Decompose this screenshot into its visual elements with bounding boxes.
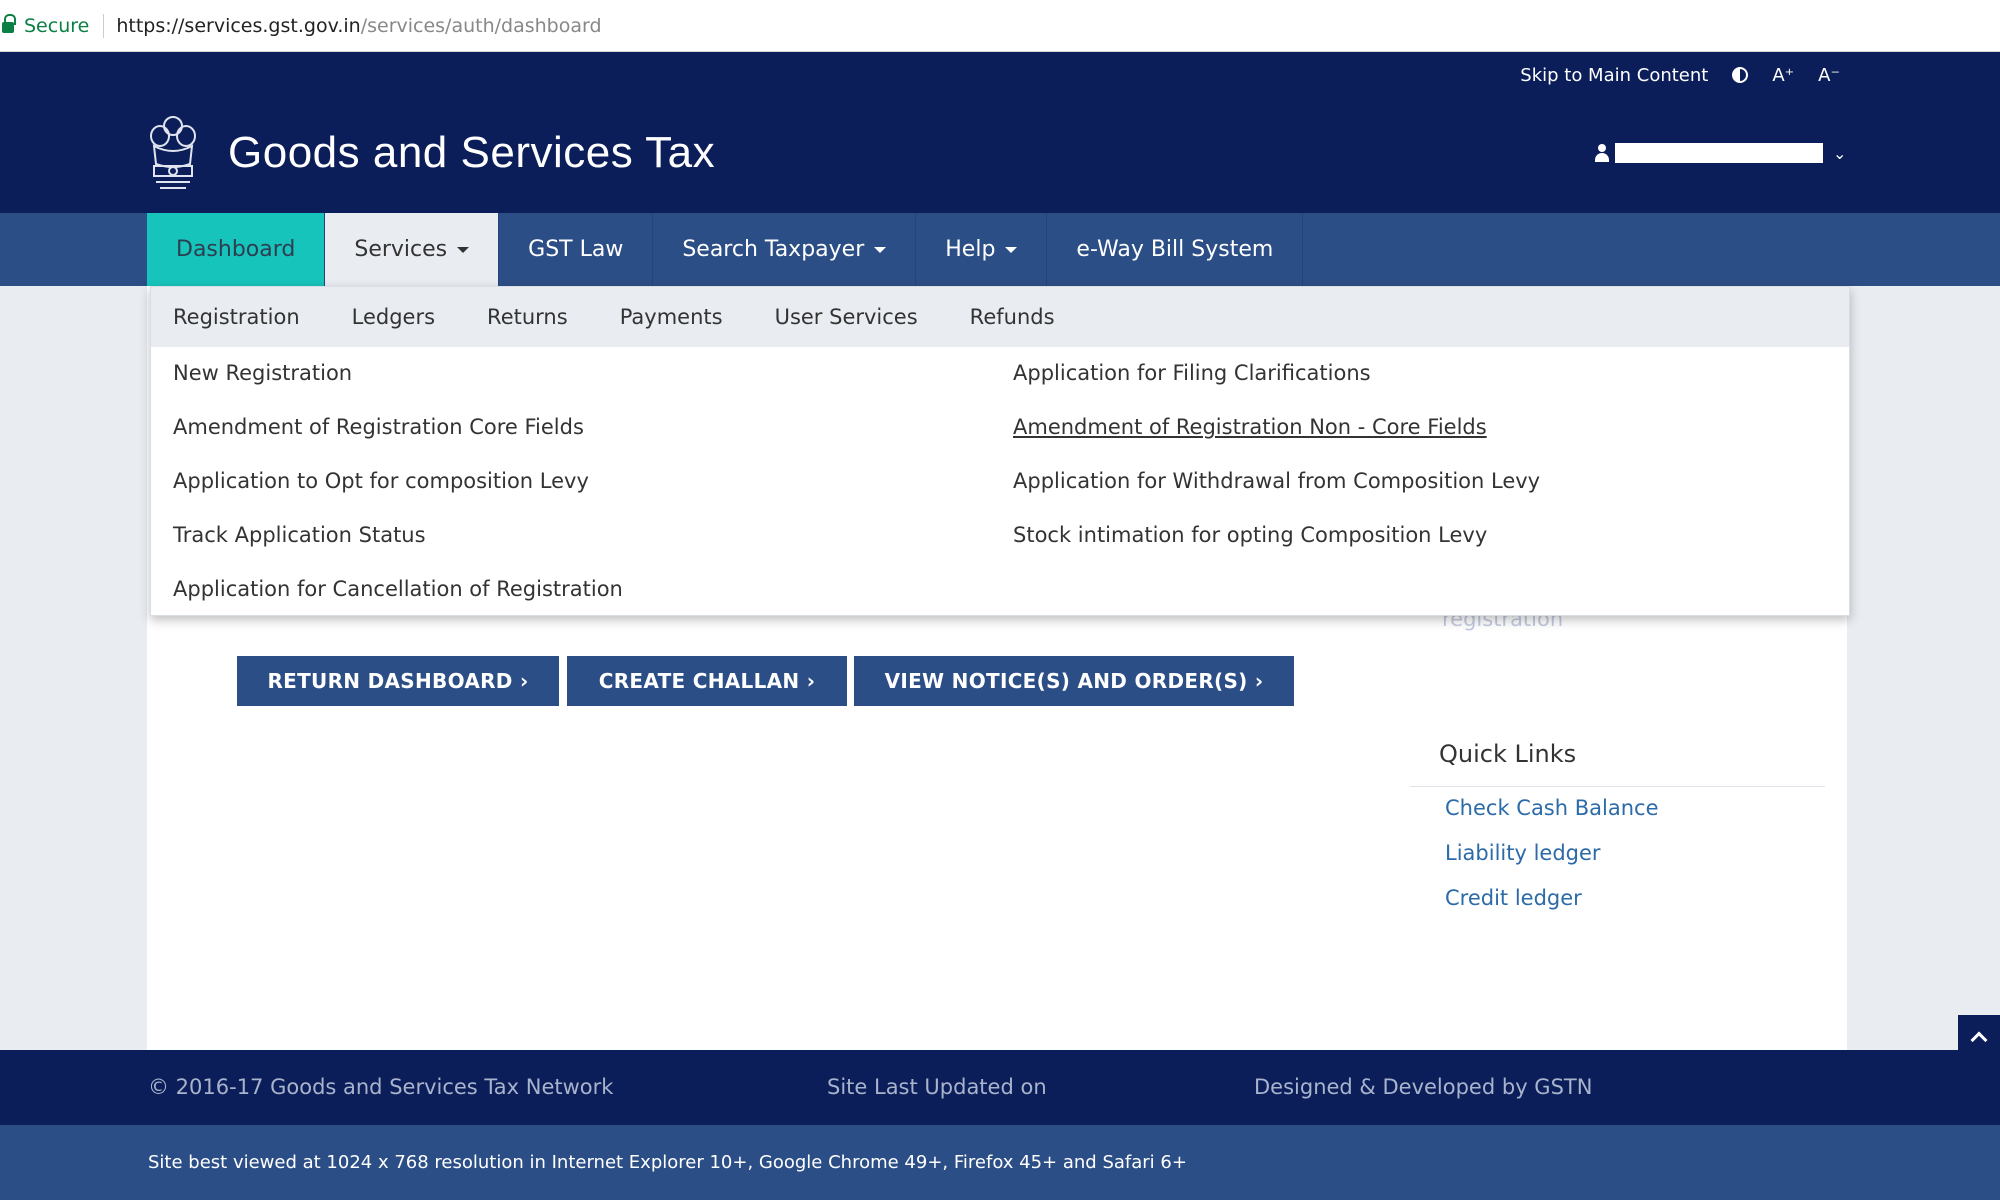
- create-challan-button[interactable]: CREATE CHALLAN ›: [567, 656, 847, 706]
- quick-link-credit-ledger[interactable]: Credit ledger: [1445, 886, 1582, 910]
- user-menu[interactable]: ⌄: [1595, 143, 1846, 163]
- nav-services-label: Services: [354, 237, 448, 262]
- tab-registration[interactable]: Registration: [173, 305, 300, 329]
- contrast-toggle-icon[interactable]: [1732, 67, 1749, 83]
- nav-services[interactable]: Services: [325, 213, 500, 286]
- skip-to-main-link[interactable]: Skip to Main Content: [1520, 65, 1708, 86]
- browser-address-bar[interactable]: Secure https://services.gst.gov.in/servi…: [0, 0, 2000, 52]
- national-emblem-logo[interactable]: [146, 112, 200, 198]
- main-nav: Dashboard Services GST Law Search Taxpay…: [147, 213, 1304, 286]
- accessibility-tools: Skip to Main Content A⁺ A⁻: [1520, 52, 1840, 98]
- nav-gst-law-label: GST Law: [528, 237, 624, 262]
- secure-indicator[interactable]: Secure: [0, 14, 90, 37]
- view-notices-button[interactable]: VIEW NOTICE(S) AND ORDER(S) ›: [854, 656, 1294, 706]
- url-host: https://services.gst.gov.in: [116, 14, 361, 37]
- url-text[interactable]: https://services.gst.gov.in/services/aut…: [116, 15, 601, 37]
- nav-gst-law[interactable]: GST Law: [499, 213, 654, 286]
- font-decrease-button[interactable]: A⁻: [1818, 65, 1840, 86]
- footer-secondary: Site best viewed at 1024 x 768 resolutio…: [0, 1125, 2000, 1200]
- nav-eway-bill[interactable]: e-Way Bill System: [1047, 213, 1304, 286]
- caret-down-icon: [457, 246, 470, 253]
- chevron-up-icon: [1970, 1031, 1988, 1049]
- menu-track-application-status[interactable]: Track Application Status: [173, 523, 426, 547]
- user-icon: [1595, 144, 1609, 162]
- tab-refunds[interactable]: Refunds: [970, 305, 1055, 329]
- menu-filing-clarifications[interactable]: Application for Filing Clarifications: [1013, 361, 1371, 385]
- main-nav-bar: Dashboard Services GST Law Search Taxpay…: [0, 213, 2000, 286]
- services-category-tabs: Registration Ledgers Returns Payments Us…: [151, 287, 1849, 347]
- nav-eway-bill-label: e-Way Bill System: [1076, 237, 1274, 262]
- footer-best-viewed: Site best viewed at 1024 x 768 resolutio…: [148, 1152, 1187, 1173]
- nav-dashboard[interactable]: Dashboard: [147, 213, 326, 286]
- site-header: Goods and Services Tax ⌄: [0, 98, 2000, 213]
- font-increase-button[interactable]: A⁺: [1772, 65, 1794, 86]
- nav-dashboard-label: Dashboard: [176, 237, 296, 262]
- footer-primary: © 2016-17 Goods and Services Tax Network…: [0, 1050, 2000, 1125]
- quick-links-title: Quick Links: [1439, 740, 1577, 768]
- redacted-username: [1615, 143, 1823, 163]
- quick-link-liability-ledger[interactable]: Liability ledger: [1445, 841, 1601, 865]
- menu-new-registration[interactable]: New Registration: [173, 361, 352, 385]
- footer-last-updated: Site Last Updated on: [827, 1075, 1047, 1099]
- tab-returns[interactable]: Returns: [487, 305, 568, 329]
- url-path: /services/auth/dashboard: [360, 14, 602, 37]
- menu-opt-composition-levy[interactable]: Application to Opt for composition Levy: [173, 469, 589, 493]
- caret-down-icon: [874, 246, 887, 253]
- nav-search-taxpayer[interactable]: Search Taxpayer: [653, 213, 917, 286]
- caret-down-icon: [1005, 246, 1018, 253]
- lock-icon: [2, 14, 16, 33]
- menu-amendment-core-fields[interactable]: Amendment of Registration Core Fields: [173, 415, 584, 439]
- quick-links-divider: [1410, 786, 1825, 787]
- address-divider: [103, 13, 105, 38]
- menu-cancellation-of-registration[interactable]: Application for Cancellation of Registra…: [173, 577, 623, 601]
- site-title[interactable]: Goods and Services Tax: [228, 128, 715, 178]
- services-dropdown-menu: Registration Ledgers Returns Payments Us…: [150, 286, 1850, 616]
- utility-strip: Skip to Main Content A⁺ A⁻: [0, 52, 2000, 98]
- menu-amendment-non-core-fields[interactable]: Amendment of Registration Non - Core Fie…: [1013, 415, 1487, 439]
- tab-payments[interactable]: Payments: [620, 305, 723, 329]
- nav-search-taxpayer-label: Search Taxpayer: [682, 237, 865, 262]
- menu-stock-intimation-composition[interactable]: Stock intimation for opting Composition …: [1013, 523, 1487, 547]
- tab-user-services[interactable]: User Services: [775, 305, 918, 329]
- chevron-down-icon: ⌄: [1833, 143, 1847, 163]
- quick-link-check-cash-balance[interactable]: Check Cash Balance: [1445, 796, 1659, 820]
- secure-label: Secure: [24, 14, 90, 37]
- nav-help[interactable]: Help: [916, 213, 1048, 286]
- footer-designed-by: Designed & Developed by GSTN: [1254, 1075, 1593, 1099]
- tab-ledgers[interactable]: Ledgers: [352, 305, 435, 329]
- footer-copyright: © 2016-17 Goods and Services Tax Network: [148, 1075, 614, 1099]
- return-dashboard-button[interactable]: RETURN DASHBOARD ›: [237, 656, 559, 706]
- menu-withdrawal-composition-levy[interactable]: Application for Withdrawal from Composit…: [1013, 469, 1540, 493]
- nav-help-label: Help: [945, 237, 996, 262]
